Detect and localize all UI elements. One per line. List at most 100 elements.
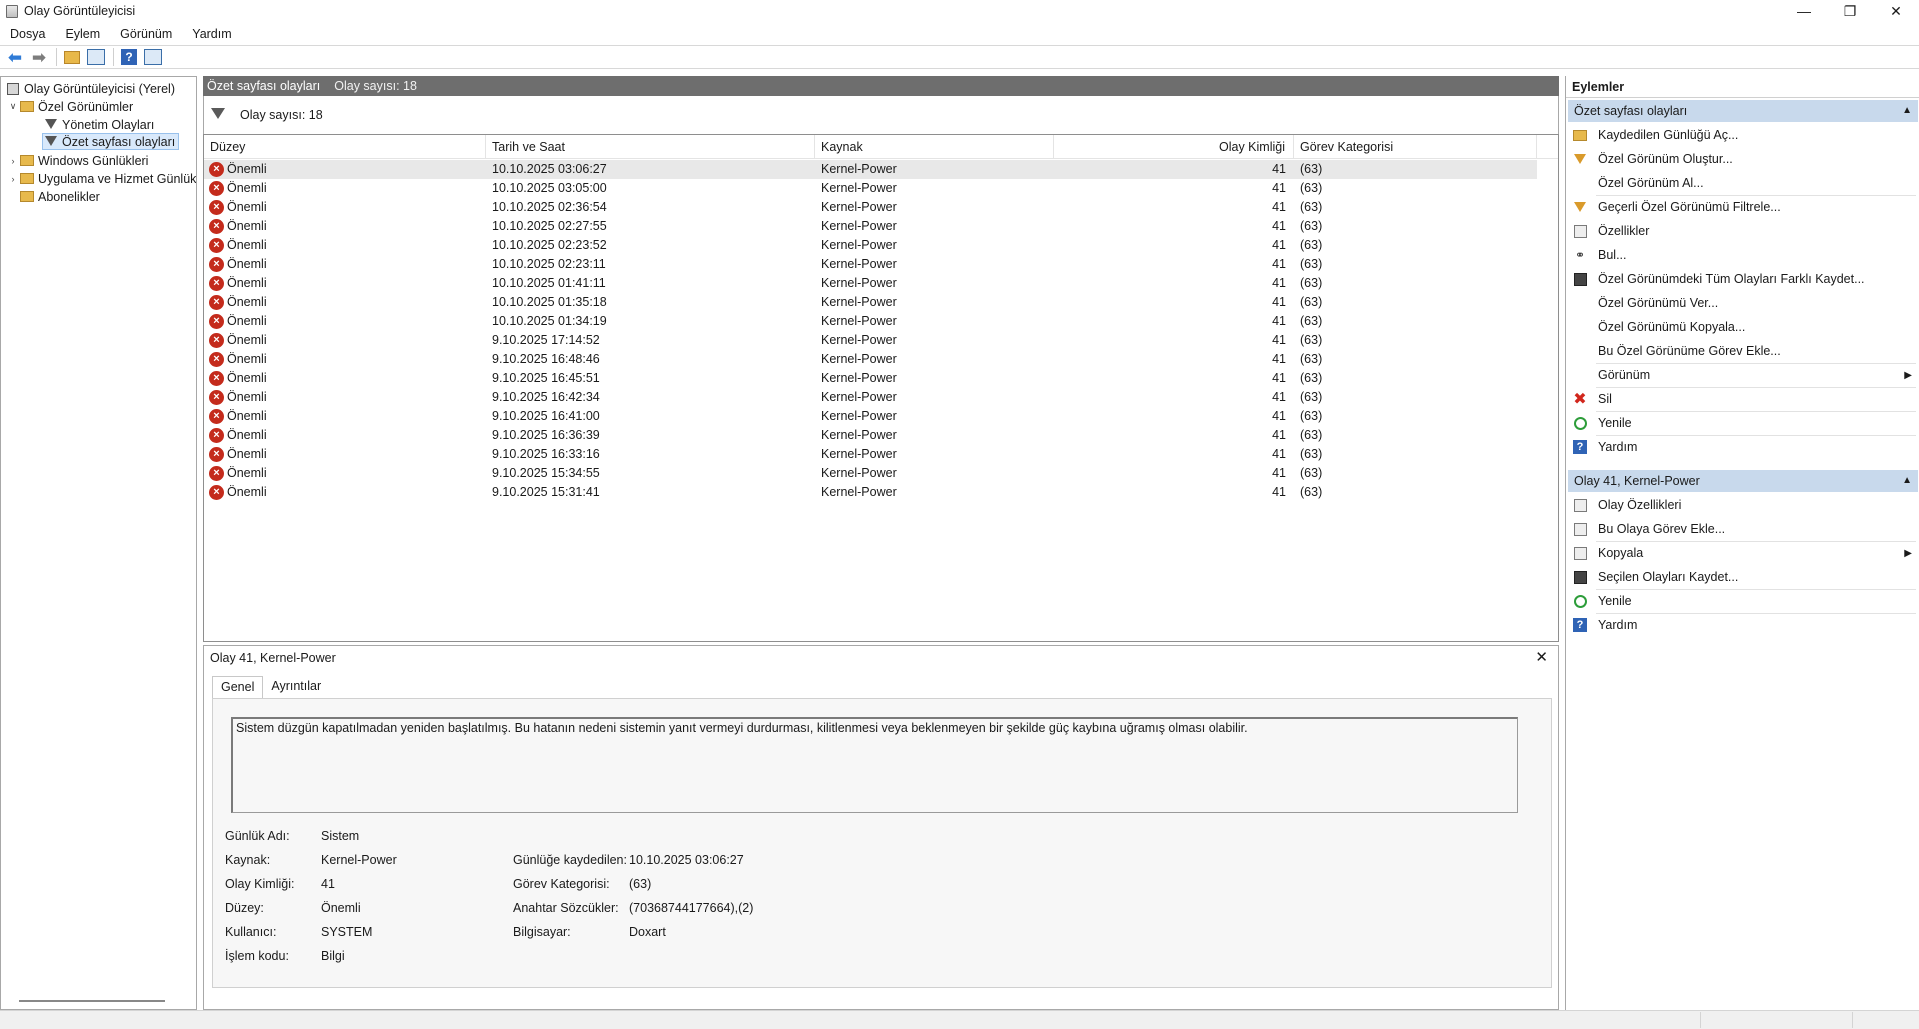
table-row[interactable]: × Önemli 10.10.2025 02:23:11 Kernel-Power 41… [204, 255, 1537, 274]
show-hide-action-pane-icon[interactable] [142, 47, 164, 67]
table-row[interactable]: × Önemli 9.10.2025 15:31:41 Kernel-Power 41 (… [204, 483, 1537, 502]
action-item[interactable]: Bu Olaya Görev Ekle... [1566, 517, 1919, 541]
table-row[interactable]: × Önemli 10.10.2025 01:41:11 Kernel-Power 41… [204, 274, 1537, 293]
actions-section-event[interactable]: Olay 41, Kernel-Power ▲ [1568, 470, 1918, 492]
cell-datetime: 9.10.2025 16:48:46 [492, 352, 600, 366]
table-row[interactable]: × Önemli 10.10.2025 01:35:18 Kernel-Power 41… [204, 293, 1537, 312]
close-window-button[interactable]: ✕ [1873, 0, 1919, 22]
action-item[interactable]: ⚭ Bul... [1566, 243, 1919, 267]
tree-item-app-service-logs[interactable]: › Uygulama ve Hizmet Günlük [7, 170, 197, 187]
help-icon[interactable]: ? [118, 47, 140, 67]
table-row[interactable]: × Önemli 9.10.2025 17:14:52 Kernel-Power 41 (… [204, 331, 1537, 350]
horizontal-scrollbar[interactable] [19, 1000, 165, 1002]
cell-level: Önemli [227, 466, 267, 480]
log-name-value: Sistem [321, 829, 360, 843]
detail-pane-header: Olay 41, Kernel-Power ✕ [204, 646, 1558, 670]
source-value[interactable]: Kernel-Power [321, 853, 397, 867]
cell-task-category: (63) [1300, 295, 1323, 309]
action-item[interactable]: Yenile [1566, 411, 1919, 435]
table-row[interactable]: × Önemli 9.10.2025 16:42:34 Kernel-Power 41 (… [204, 388, 1537, 407]
collapse-up-icon[interactable]: ▲ [1902, 470, 1912, 492]
action-item[interactable]: Yenile [1566, 589, 1919, 613]
table-row[interactable]: × Önemli 10.10.2025 02:27:55 Kernel-Power 41… [204, 217, 1537, 236]
cell-task-category: (63) [1300, 485, 1323, 499]
table-row[interactable]: × Önemli 10.10.2025 02:23:52 Kernel-Power 41… [204, 236, 1537, 255]
maximize-button[interactable]: ❐ [1827, 0, 1873, 22]
cell-event-id: 41 [1272, 409, 1286, 423]
table-row[interactable]: × Önemli 10.10.2025 03:06:27 Kernel-Power 41… [204, 160, 1537, 179]
table-header: Düzey Tarih ve Saat Kaynak Olay Kimliği … [204, 135, 1558, 159]
filter-bar: Olay sayısı: 18 [203, 96, 1559, 134]
tree-item-root[interactable]: Olay Görüntüleyicisi (Yerel) [5, 80, 175, 97]
action-item[interactable]: ✖ Sil [1566, 387, 1919, 411]
table-row[interactable]: × Önemli 9.10.2025 15:34:55 Kernel-Power 41 (… [204, 464, 1537, 483]
tree-item-admin-events[interactable]: Yönetim Olayları [43, 116, 154, 133]
table-row[interactable]: × Önemli 9.10.2025 16:45:51 Kernel-Power 41 (… [204, 369, 1537, 388]
column-header-event-id[interactable]: Olay Kimliği [1054, 135, 1294, 159]
action-item[interactable]: ? Yardım [1566, 613, 1919, 637]
tree-item-custom-views[interactable]: ∨ Özel Görünümler [7, 98, 133, 115]
event-id-value: 41 [321, 877, 335, 891]
action-item[interactable]: Özel Görünüm Oluştur... [1566, 147, 1919, 171]
back-arrow-icon[interactable]: ⬅ [4, 47, 26, 67]
collapse-up-icon[interactable]: ▲ [1902, 100, 1912, 122]
action-item[interactable]: Kopyala ▶ [1566, 541, 1919, 565]
action-item[interactable]: Özel Görünümü Kopyala... [1566, 315, 1919, 339]
opcode-label: İşlem kodu: [225, 949, 289, 963]
table-row[interactable]: × Önemli 9.10.2025 16:41:00 Kernel-Power 41 (… [204, 407, 1537, 426]
table-row[interactable]: × Önemli 10.10.2025 02:36:54 Kernel-Power 41… [204, 198, 1537, 217]
column-header-source[interactable]: Kaynak [815, 135, 1054, 159]
table-row[interactable]: × Önemli 9.10.2025 16:36:39 Kernel-Power 41 (… [204, 426, 1537, 445]
cell-event-id: 41 [1272, 257, 1286, 271]
tab-details[interactable]: Ayrıntılar [263, 676, 329, 698]
minimize-button[interactable]: — [1781, 0, 1827, 22]
forward-arrow-icon[interactable]: ➡ [28, 47, 50, 67]
blank-icon [1572, 295, 1588, 311]
menu-action[interactable]: Eylem [55, 27, 110, 41]
table-row[interactable]: × Önemli 10.10.2025 01:34:19 Kernel-Power 41… [204, 312, 1537, 331]
cell-datetime: 10.10.2025 02:23:11 [492, 257, 606, 271]
table-row[interactable]: × Önemli 9.10.2025 16:48:46 Kernel-Power 41 (… [204, 350, 1537, 369]
action-item[interactable]: Olay Özellikleri [1566, 493, 1919, 517]
collapsed-chevron-icon[interactable]: › [7, 156, 19, 166]
cell-level: Önemli [227, 238, 267, 252]
column-header-level[interactable]: Düzey [204, 135, 486, 159]
action-item[interactable]: Görünüm ▶ [1566, 363, 1919, 387]
action-item[interactable]: Özellikler [1566, 219, 1919, 243]
tree-item-windows-logs[interactable]: › Windows Günlükleri [7, 152, 149, 169]
cell-event-id: 41 [1272, 162, 1286, 176]
action-item[interactable]: Seçilen Olayları Kaydet... [1566, 565, 1919, 589]
expanded-chevron-icon[interactable]: ∨ [7, 101, 19, 112]
tree-item-summary-events[interactable]: Özet sayfası olayları [42, 133, 180, 150]
action-item[interactable]: Özel Görünüm Al... [1566, 171, 1919, 195]
column-header-datetime[interactable]: Tarih ve Saat [486, 135, 815, 159]
show-hide-tree-icon[interactable] [85, 47, 107, 67]
logged-value: 10.10.2025 03:06:27 [629, 853, 744, 867]
tree-item-label: Özel Görünümler [38, 99, 134, 114]
tab-general[interactable]: Genel [212, 676, 264, 698]
action-item[interactable]: Geçerli Özel Görünümü Filtrele... [1566, 195, 1919, 219]
open-folder-icon[interactable] [61, 47, 83, 67]
save-icon [1572, 569, 1588, 585]
close-icon[interactable]: ✕ [1535, 648, 1548, 666]
menu-file[interactable]: Dosya [0, 27, 55, 41]
actions-pane: Eylemler Özet sayfası olayları ▲ Kaydedi… [1565, 76, 1919, 1010]
menu-view[interactable]: Görünüm [110, 27, 182, 41]
table-row[interactable]: × Önemli 9.10.2025 16:33:16 Kernel-Power 41 (… [204, 445, 1537, 464]
action-item[interactable]: ? Yardım [1566, 435, 1919, 459]
action-item[interactable]: Kaydedilen Günlüğü Aç... [1566, 123, 1919, 147]
event-description[interactable]: Sistem düzgün kapatılmadan yeniden başla… [231, 717, 1518, 813]
cell-task-category: (63) [1300, 352, 1323, 366]
filter-icon [1572, 151, 1588, 167]
tree-item-subscriptions[interactable]: Abonelikler [19, 188, 100, 205]
action-item[interactable]: Bu Özel Görünüme Görev Ekle... [1566, 339, 1919, 363]
actions-section-summary-events[interactable]: Özet sayfası olayları ▲ [1568, 100, 1918, 122]
task-category-label: Görev Kategorisi: [513, 877, 610, 891]
action-item[interactable]: Özel Görünümü Ver... [1566, 291, 1919, 315]
column-header-task-category[interactable]: Görev Kategorisi [1294, 135, 1537, 159]
action-item[interactable]: Özel Görünümdeki Tüm Olayları Farklı Kay… [1566, 267, 1919, 291]
collapsed-chevron-icon[interactable]: › [7, 174, 19, 184]
menu-help[interactable]: Yardım [182, 27, 241, 41]
table-row[interactable]: × Önemli 10.10.2025 03:05:00 Kernel-Power 41… [204, 179, 1537, 198]
cell-source: Kernel-Power [821, 162, 897, 176]
